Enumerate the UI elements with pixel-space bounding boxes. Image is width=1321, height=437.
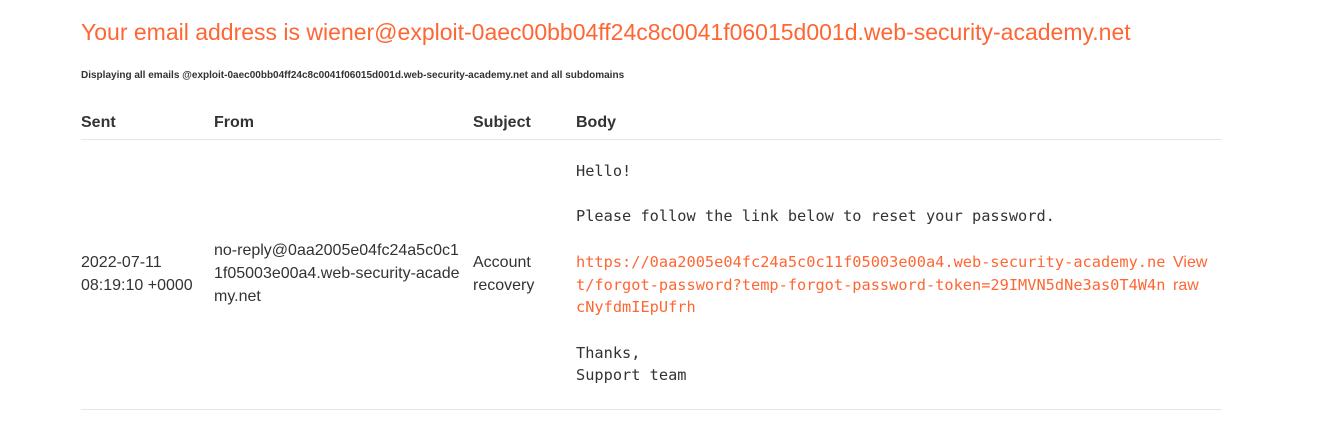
view-raw-link[interactable]: View raw: [1173, 254, 1207, 294]
email-sent-date: 2022-07-11 08:19:10 +0000: [81, 139, 214, 411]
column-header-action: [1173, 108, 1222, 140]
column-header-from: From: [214, 108, 473, 140]
email-body-instruction: Please follow the link below to reset yo…: [576, 207, 1055, 226]
page-subtitle: Displaying all emails @exploit-0aec00bb0…: [81, 70, 625, 81]
password-reset-link[interactable]: https://0aa2005e04fc24a5c0c11f05003e00a4…: [576, 253, 1165, 316]
email-body: Hello! Please follow the link below to r…: [576, 160, 1173, 387]
email-subject: Account recovery: [473, 139, 576, 411]
column-header-body: Body: [576, 108, 1173, 140]
page-title: Your email address is wiener@exploit-0ae…: [81, 19, 1131, 45]
email-body-signature: Support team: [576, 366, 687, 385]
column-header-sent: Sent: [81, 108, 214, 140]
column-header-subject: Subject: [473, 108, 576, 140]
emails-table: Sent From Subject Body 2022-07-11 08:19:…: [81, 108, 1222, 411]
email-action-cell: View raw: [1173, 139, 1222, 411]
table-header-row: Sent From Subject Body: [81, 108, 1222, 140]
email-body-cell: Hello! Please follow the link below to r…: [576, 139, 1173, 411]
email-client-page: Your email address is wiener@exploit-0ae…: [0, 0, 1321, 437]
email-from: no-reply@0aa2005e04fc24a5c0c11f05003e00a…: [214, 139, 473, 411]
email-body-greeting: Hello!: [576, 162, 632, 180]
email-body-thanks: Thanks,: [576, 343, 641, 362]
table-row: 2022-07-11 08:19:10 +0000 no-reply@0aa20…: [81, 139, 1222, 411]
